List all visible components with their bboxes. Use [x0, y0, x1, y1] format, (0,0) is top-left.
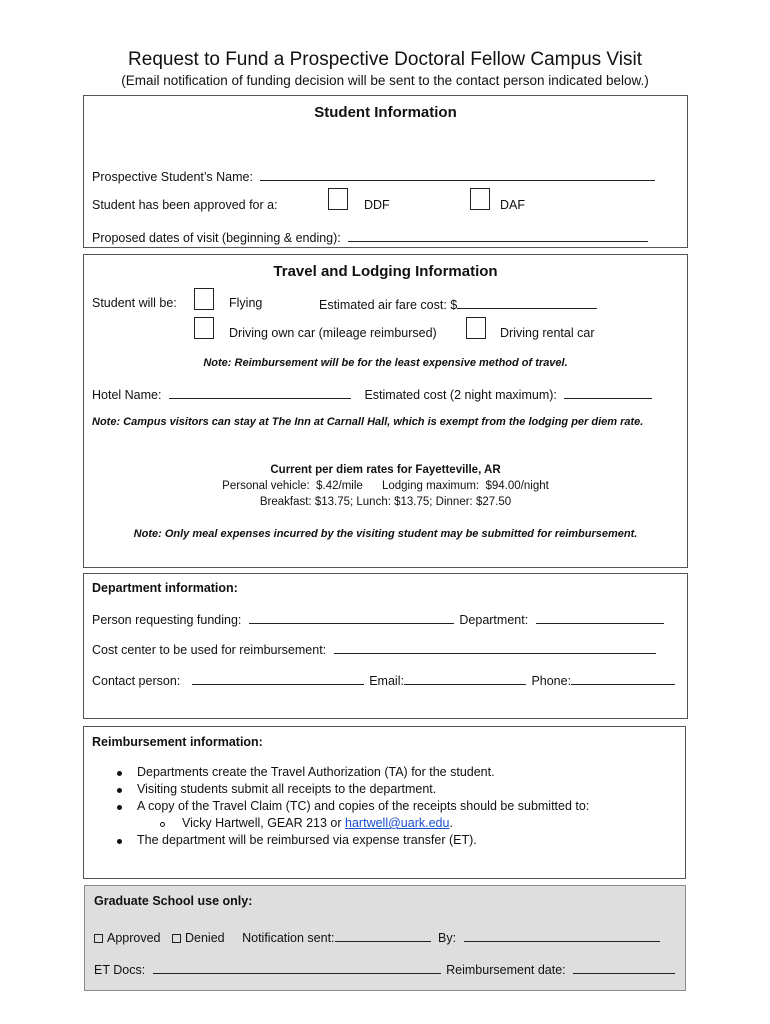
daf-checkbox[interactable]: [470, 188, 490, 210]
sub-bullet-icon: [160, 822, 165, 827]
contact-person-field[interactable]: [191, 672, 364, 685]
page-title: Request to Fund a Prospective Doctoral F…: [128, 49, 642, 70]
approved-checkbox[interactable]: [94, 934, 103, 943]
denied-checkbox[interactable]: [172, 934, 181, 943]
page-subtitle: (Email notification of funding decision …: [121, 73, 649, 88]
contact-row: Contact person: Email: Phone:: [92, 672, 676, 688]
ddf-checkbox[interactable]: [328, 188, 348, 210]
et-docs-label: ET Docs:: [94, 963, 146, 977]
reimbursement-bullet: Departments create the Travel Authorizat…: [137, 765, 495, 779]
per-diem-meals: Breakfast: $13.75; Lunch: $13.75; Dinner…: [259, 496, 512, 508]
airfare-field[interactable]: [457, 296, 598, 309]
cost-center-label: Cost center to be used for reimbursement…: [92, 643, 327, 657]
section-heading: Graduate School use only:: [94, 894, 253, 908]
by-field[interactable]: [463, 929, 660, 942]
hotel-row: Hotel Name: Estimated cost (2 night maxi…: [92, 386, 653, 402]
contact-sub-bullet: Vicky Hartwell, GEAR 213 or hartwell@uar…: [182, 816, 453, 830]
contact-suffix: .: [449, 816, 453, 830]
airfare-label: Estimated air fare cost: $: [319, 298, 458, 312]
ddf-label: DDF: [364, 198, 390, 212]
graduate-school-section: Graduate School use only: Approved Denie…: [84, 885, 686, 991]
phone-label: Phone:: [531, 674, 572, 688]
department-information-section: Department information: Person requestin…: [83, 573, 688, 719]
visit-dates-row: Proposed dates of visit (beginning & end…: [92, 229, 649, 245]
et-docs-field[interactable]: [152, 961, 441, 974]
bullet-icon: [117, 805, 122, 810]
reimbursement-bullet: A copy of the Travel Claim (TC) and copi…: [137, 799, 590, 813]
driving-own-label: Driving own car (mileage reimbursed): [229, 326, 437, 340]
driving-rental-checkbox[interactable]: [466, 317, 486, 339]
email-link[interactable]: hartwell@uark.edu: [345, 816, 449, 830]
flying-label: Flying: [229, 296, 263, 310]
visit-dates-label: Proposed dates of visit (beginning & end…: [92, 231, 341, 245]
notification-sent-label: Notification sent:: [242, 931, 335, 945]
inn-note: Note: Campus visitors can stay at The In…: [92, 416, 644, 428]
per-diem-heading: Current per diem rates for Fayetteville,…: [270, 464, 501, 476]
airfare-row: Estimated air fare cost: $: [319, 296, 598, 312]
notification-sent-field[interactable]: [334, 929, 431, 942]
student-name-label: Prospective Student’s Name:: [92, 170, 253, 184]
student-information-section: Student Information Prospective Student’…: [83, 95, 688, 248]
reimbursement-information-section: Reimbursement information: Departments c…: [83, 726, 686, 879]
reimbursement-date-field[interactable]: [573, 961, 676, 974]
section-heading: Department information:: [92, 581, 238, 595]
phone-field[interactable]: [571, 672, 676, 685]
approved-label: Approved: [107, 931, 161, 945]
visit-dates-field[interactable]: [348, 229, 649, 242]
cost-center-field[interactable]: [333, 641, 656, 654]
department-field[interactable]: [535, 611, 664, 624]
person-requesting-field[interactable]: [248, 611, 454, 624]
denied-label: Denied: [185, 931, 225, 945]
bullet-icon: [117, 771, 122, 776]
approved-for-label: Student has been approved for a:: [92, 198, 278, 212]
email-field[interactable]: [403, 672, 526, 685]
driving-rental-label: Driving rental car: [500, 326, 595, 340]
section-heading: Reimbursement information:: [92, 735, 263, 749]
bullet-icon: [117, 839, 122, 844]
contact-text: Vicky Hartwell, GEAR 213 or: [182, 816, 346, 830]
student-will-be-label: Student will be:: [92, 296, 177, 310]
person-requesting-label: Person requesting funding:: [92, 613, 242, 627]
hotel-label: Hotel Name:: [92, 388, 162, 402]
requester-row: Person requesting funding: Department:: [92, 611, 664, 627]
approval-row: Approved Denied Notification sent: By:: [94, 929, 660, 945]
travel-method-note: Note: Reimbursement will be for the leas…: [203, 357, 568, 369]
cost-center-row: Cost center to be used for reimbursement…: [92, 641, 656, 657]
reimbursement-date-label: Reimbursement date:: [446, 963, 566, 977]
by-label: By:: [438, 931, 457, 945]
student-name-row: Prospective Student’s Name:: [92, 168, 656, 184]
contact-person-label: Contact person:: [92, 674, 181, 688]
travel-lodging-section: Travel and Lodging Information Student w…: [83, 254, 688, 568]
estimated-cost-label: Estimated cost (2 night maximum):: [364, 388, 557, 402]
hotel-field[interactable]: [168, 386, 351, 399]
meals-note: Note: Only meal expenses incurred by the…: [133, 528, 638, 540]
driving-own-checkbox[interactable]: [194, 317, 214, 339]
section-heading: Student Information: [314, 104, 457, 121]
reimbursement-bullet: The department will be reimbursed via ex…: [137, 833, 477, 847]
per-diem-vehicle-lodging: Personal vehicle: $.42/mile Lodging maxi…: [222, 480, 549, 492]
department-label: Department:: [459, 613, 529, 627]
estimated-cost-field[interactable]: [564, 386, 653, 399]
student-name-field[interactable]: [260, 168, 656, 181]
flying-checkbox[interactable]: [194, 288, 214, 310]
email-label: Email:: [369, 674, 404, 688]
daf-label: DAF: [500, 198, 525, 212]
section-heading: Travel and Lodging Information: [273, 263, 498, 280]
et-docs-row: ET Docs: Reimbursement date:: [94, 961, 676, 977]
reimbursement-bullet: Visiting students submit all receipts to…: [137, 782, 437, 796]
bullet-icon: [117, 788, 122, 793]
